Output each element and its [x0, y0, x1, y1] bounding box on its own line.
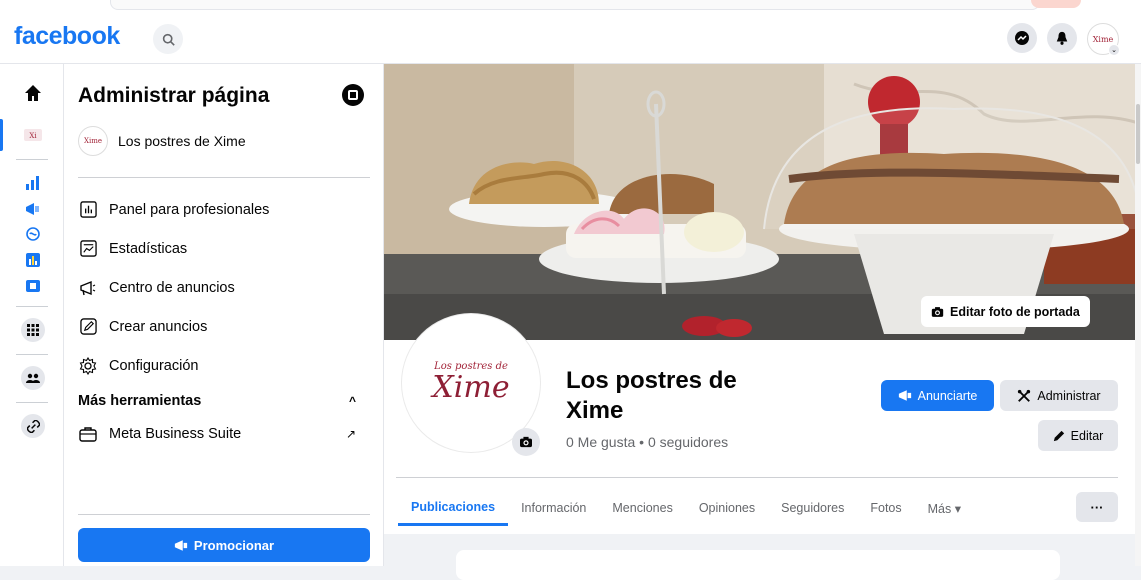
sidebar-menu: Panel para profesionales Estadísticas Ce…: [78, 190, 370, 385]
sidebar-item-settings[interactable]: Configuración: [78, 346, 370, 385]
account-avatar[interactable]: Xime ⌄: [1087, 23, 1120, 56]
sidebar-item-label: Centro de anuncios: [109, 279, 235, 296]
manage-label: Administrar: [1037, 388, 1101, 403]
profile-header: Editar foto de portada Los postres de Xi…: [384, 64, 1141, 534]
more-tools-section[interactable]: Más herramientas ^: [78, 393, 356, 409]
collapse-sidebar-button[interactable]: [342, 84, 364, 106]
sidebar-item-label: Meta Business Suite: [109, 426, 242, 442]
page-avatar-icon[interactable]: Xi: [22, 124, 44, 146]
pencil-square-icon: [78, 317, 98, 337]
tab-more[interactable]: Más ▾: [915, 490, 974, 526]
page-stats: 0 Me gusta • 0 seguidores: [566, 434, 729, 450]
top-navbar: facebook Xime ⌄: [0, 14, 1141, 64]
more-tools-label: Más herramientas: [78, 393, 202, 409]
tab-posts[interactable]: Publicaciones: [398, 490, 509, 526]
divider: [396, 477, 1118, 478]
profile-picture-text-main: Xime: [432, 370, 510, 405]
rail-selected-indicator: [0, 119, 3, 151]
camera-icon: [931, 306, 944, 317]
edit-cover-label: Editar foto de portada: [950, 304, 1080, 319]
search-button[interactable]: [153, 24, 183, 54]
update-profile-picture-button[interactable]: [512, 428, 540, 456]
megaphone-icon: [174, 539, 188, 551]
promote-label: Promocionar: [193, 537, 275, 553]
camera-icon: [520, 436, 532, 448]
promote-button[interactable]: Promocionar: [78, 528, 370, 562]
megaphone-icon: [898, 390, 911, 401]
sidebar-item-label: Configuración: [109, 357, 199, 374]
tab-reviews[interactable]: Opiniones: [686, 490, 768, 526]
external-link-icon: ↗: [345, 427, 356, 441]
sidebar-item-label: Panel para profesionales: [109, 201, 270, 218]
megaphone-icon[interactable]: [22, 198, 44, 220]
sidebar-page-name: Los postres de Xime: [118, 133, 246, 149]
collapse-icon: [348, 90, 358, 100]
chevron-up-icon: ^: [348, 394, 356, 408]
search-icon: [162, 33, 175, 46]
sidebar-item-professional-dashboard[interactable]: Panel para profesionales: [78, 190, 370, 229]
tab-photos[interactable]: Fotos: [857, 490, 914, 526]
insights-bars-icon[interactable]: [22, 172, 44, 194]
chevron-down-icon: ⌄: [1108, 44, 1120, 56]
advertise-label: Anunciarte: [917, 388, 978, 403]
page-main: Editar foto de portada Los postres de Xi…: [384, 64, 1141, 580]
sidebar-item-label: Estadísticas: [109, 240, 188, 257]
advertise-button[interactable]: Anunciarte: [881, 380, 994, 411]
tab-about[interactable]: Información: [508, 490, 599, 526]
insights-icon: [78, 239, 98, 259]
edit-label: Editar: [1070, 428, 1104, 443]
link-icon[interactable]: [21, 414, 45, 438]
divider: [78, 177, 370, 178]
facebook-logo[interactable]: facebook: [14, 22, 120, 51]
people-icon[interactable]: [21, 366, 45, 390]
sidebar-item-ad-center[interactable]: Centro de anuncios: [78, 268, 370, 307]
manage-button[interactable]: Administrar: [1000, 380, 1118, 411]
messenger-icon: [1015, 31, 1029, 45]
sidebar-title: Administrar página: [78, 84, 270, 107]
page-tabs: Publicaciones Información Menciones Opin…: [398, 490, 974, 526]
briefcase-icon: [78, 426, 98, 442]
pencil-icon: [1053, 430, 1064, 441]
megaphone-icon: [78, 278, 98, 298]
page-title: Los postres de Xime: [566, 367, 737, 424]
sidebar-page-switcher[interactable]: Xime Los postres de Xime: [78, 126, 246, 156]
gear-icon: [78, 356, 98, 376]
ads-manager-icon[interactable]: [22, 249, 44, 271]
manage-page-sidebar: Administrar página Xime Los postres de X…: [64, 64, 384, 566]
cover-photo[interactable]: Editar foto de portada: [384, 64, 1141, 340]
tools-icon: [1018, 389, 1031, 402]
browser-strip: [0, 0, 1141, 14]
sidebar-item-meta-business-suite[interactable]: Meta Business Suite ↗: [78, 426, 356, 442]
post-card: [456, 550, 1060, 580]
edit-page-button[interactable]: Editar: [1038, 420, 1118, 451]
bell-icon: [1056, 31, 1068, 45]
left-rail: Xi: [0, 64, 64, 566]
home-icon[interactable]: [22, 82, 44, 104]
more-options-button[interactable]: ···: [1076, 492, 1118, 522]
sidebar-item-label: Crear anuncios: [109, 318, 208, 335]
messenger-button[interactable]: [1007, 23, 1037, 53]
tab-followers[interactable]: Seguidores: [768, 490, 857, 526]
page-avatar: Xime: [78, 126, 108, 156]
notifications-button[interactable]: [1047, 23, 1077, 53]
sidebar-item-create-ads[interactable]: Crear anuncios: [78, 307, 370, 346]
tab-mentions[interactable]: Menciones: [599, 490, 685, 526]
dashboard-icon: [78, 200, 98, 220]
svg-text:Xi: Xi: [29, 132, 37, 140]
video-icon[interactable]: [22, 275, 44, 297]
all-tools-icon[interactable]: [21, 318, 45, 342]
scrollbar[interactable]: [1135, 64, 1141, 566]
sidebar-item-statistics[interactable]: Estadísticas: [78, 229, 370, 268]
meta-business-icon[interactable]: [22, 223, 44, 245]
divider: [78, 514, 370, 515]
edit-cover-photo-button[interactable]: Editar foto de portada: [921, 296, 1090, 327]
